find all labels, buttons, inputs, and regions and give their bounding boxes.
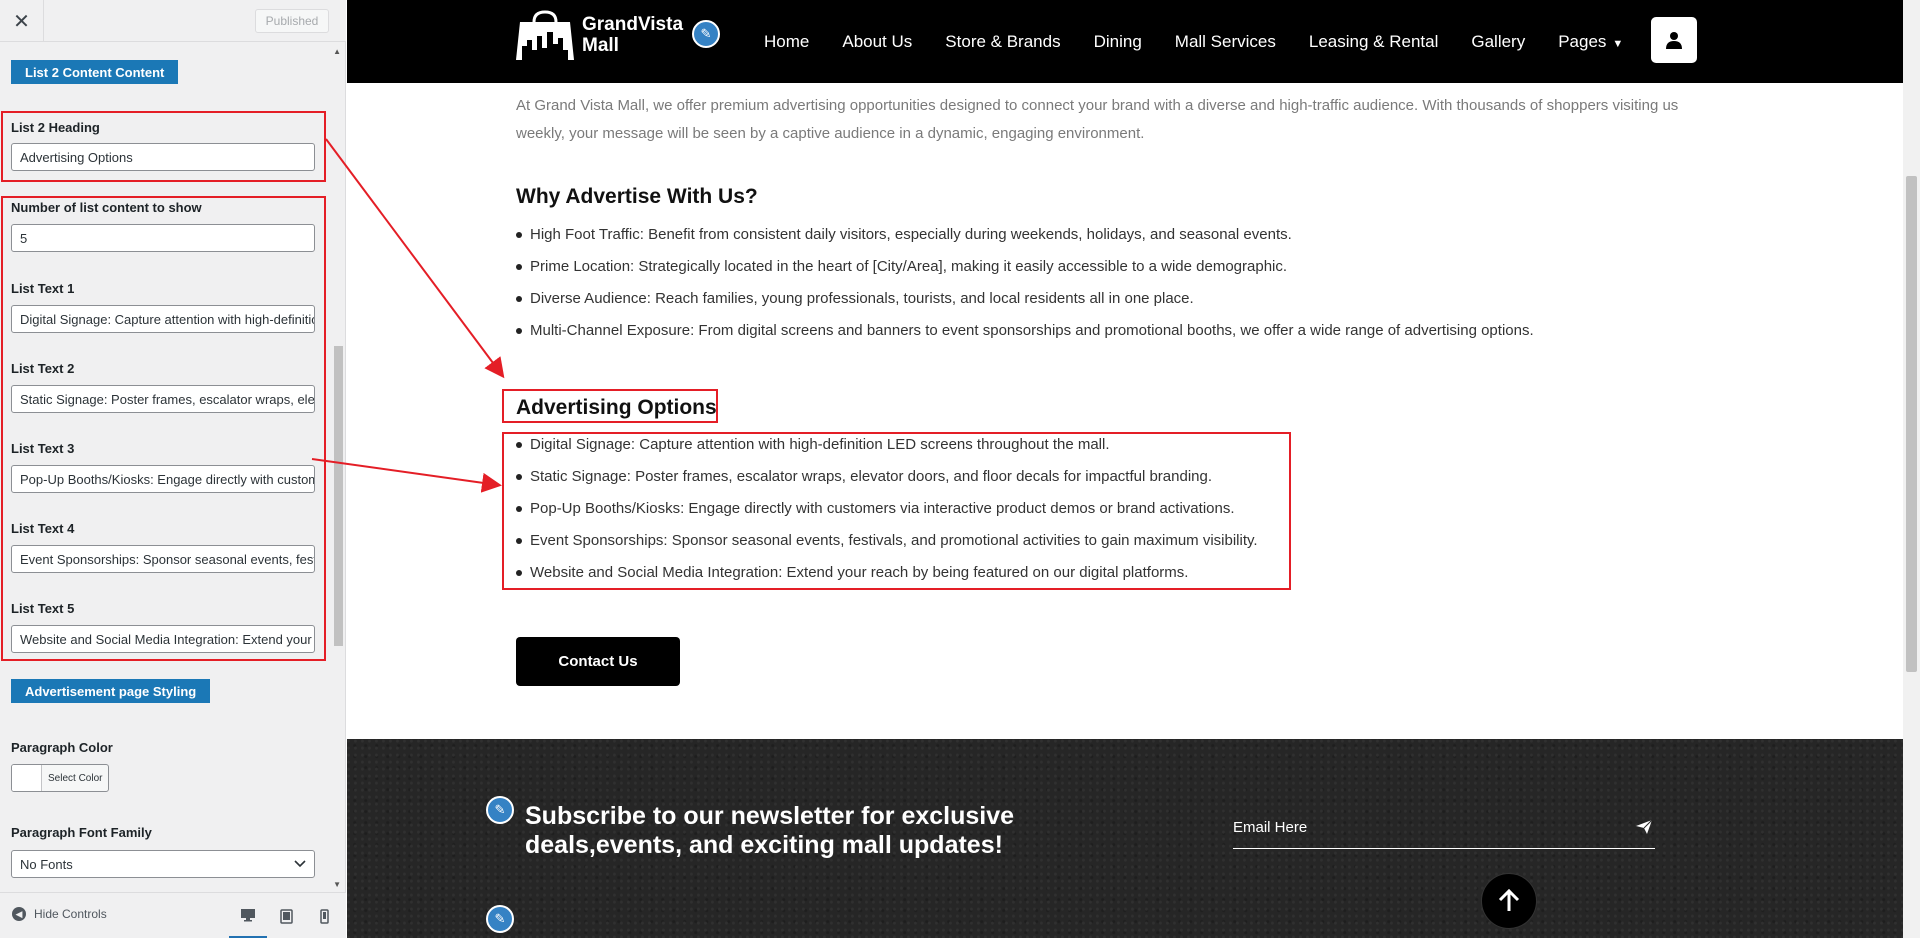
paragraph-font-select[interactable]: No Fonts xyxy=(11,850,315,878)
why-advertise-list: High Foot Traffic: Benefit from consiste… xyxy=(516,219,1716,347)
nav-pages[interactable]: Pages ▼ xyxy=(1558,32,1623,52)
nav-about-us[interactable]: About Us xyxy=(842,32,912,52)
color-swatch xyxy=(12,765,42,791)
preview-scrollbar-thumb[interactable] xyxy=(1906,176,1917,672)
contact-us-button[interactable]: Contact Us xyxy=(516,637,680,686)
section-list-2-content[interactable]: List 2 Content Content xyxy=(11,60,179,84)
sidebar-scrollbar[interactable] xyxy=(333,48,343,884)
chevron-down-icon: ▼ xyxy=(1612,37,1624,50)
annotation-box-options-list xyxy=(502,432,1291,590)
hide-controls-button[interactable]: ◀ Hide Controls xyxy=(12,907,107,921)
user-icon xyxy=(1666,32,1682,49)
nav-gallery[interactable]: Gallery xyxy=(1471,32,1525,52)
newsletter-email-input[interactable]: Email Here xyxy=(1233,819,1655,849)
select-color-label: Select Color xyxy=(48,772,103,784)
publish-button[interactable]: Published xyxy=(255,9,329,33)
paragraph-font-label: Paragraph Font Family xyxy=(11,825,152,840)
scroll-down-icon[interactable]: ▼ xyxy=(333,880,341,889)
edit-logo-pencil-icon[interactable]: ✎ xyxy=(692,20,720,48)
annotation-box-heading-field xyxy=(1,111,326,182)
logo-line-1: GrandVista xyxy=(582,14,684,35)
arrow-left-icon: ◀ xyxy=(12,907,26,921)
edit-newsletter-pencil-icon[interactable]: ✎ xyxy=(486,796,514,824)
sidebar-scrollbar-thumb[interactable] xyxy=(334,346,343,646)
section-advertisement-styling[interactable]: Advertisement page Styling xyxy=(11,679,211,703)
hide-controls-label: Hide Controls xyxy=(34,907,107,921)
annotation-box-options-heading xyxy=(502,389,718,423)
scroll-up-icon[interactable]: ▲ xyxy=(333,47,341,56)
scroll-to-top-button[interactable] xyxy=(1481,873,1537,929)
customizer-footer: ◀ Hide Controls xyxy=(0,892,346,938)
list-item: Prime Location: Strategically located in… xyxy=(516,251,1716,283)
user-account-button[interactable] xyxy=(1651,17,1697,63)
paragraph-color-button[interactable]: Select Color xyxy=(11,764,109,792)
nav-pages-label: Pages xyxy=(1558,31,1607,51)
mobile-preview-icon[interactable] xyxy=(305,893,343,938)
send-icon[interactable] xyxy=(1635,819,1653,835)
nav-home[interactable]: Home xyxy=(764,32,809,52)
main-nav: Home About Us Store & Brands Dining Mall… xyxy=(764,0,1656,83)
arrow-up-icon xyxy=(1498,889,1520,911)
site-header: GrandVista Mall ✎ Home About Us Store & … xyxy=(347,0,1903,83)
desktop-preview-icon[interactable] xyxy=(229,893,267,938)
email-placeholder: Email Here xyxy=(1233,819,1308,836)
tablet-preview-icon[interactable] xyxy=(267,893,305,938)
list-item: High Foot Traffic: Benefit from consiste… xyxy=(516,219,1716,251)
site-logo[interactable]: GrandVista Mall xyxy=(516,10,683,60)
close-icon[interactable]: ✕ xyxy=(0,0,44,42)
edit-footer-pencil-icon[interactable]: ✎ xyxy=(486,905,514,933)
shopping-bag-icon xyxy=(516,10,574,60)
intro-paragraph: At Grand Vista Mall, we offer premium ad… xyxy=(516,97,1679,142)
newsletter-title: Subscribe to our newsletter for exclusiv… xyxy=(525,802,1015,859)
logo-line-2: Mall xyxy=(582,35,619,56)
paragraph-font-value: No Fonts xyxy=(20,856,73,872)
nav-mall-services[interactable]: Mall Services xyxy=(1175,32,1276,52)
customizer-header: ✕ Published xyxy=(0,0,346,42)
annotation-box-list-fields xyxy=(1,196,326,661)
why-advertise-heading: Why Advertise With Us? xyxy=(516,185,758,208)
nav-leasing-rental[interactable]: Leasing & Rental xyxy=(1309,32,1438,52)
chevron-down-icon xyxy=(294,860,306,868)
nav-store-brands[interactable]: Store & Brands xyxy=(945,32,1060,52)
nav-dining[interactable]: Dining xyxy=(1094,32,1142,52)
paragraph-color-label: Paragraph Color xyxy=(11,740,113,755)
list-item: Diverse Audience: Reach families, young … xyxy=(516,283,1716,315)
list-item: Multi-Channel Exposure: From digital scr… xyxy=(516,315,1716,347)
preview-scrollbar[interactable] xyxy=(1903,0,1920,938)
newsletter-section: ✎ Subscribe to our newsletter for exclus… xyxy=(347,739,1903,938)
